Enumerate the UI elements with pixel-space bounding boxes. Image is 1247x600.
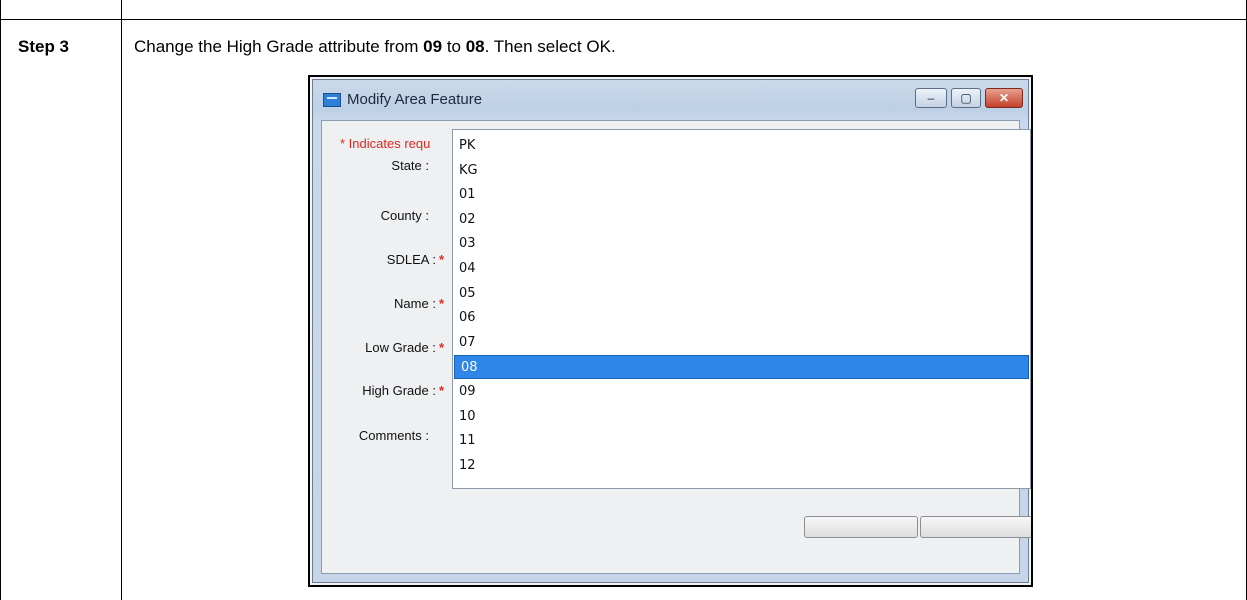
- dropdown-option-kg[interactable]: KG: [453, 159, 1030, 183]
- minimize-icon: –: [927, 91, 935, 105]
- step-instruction: Change the High Grade attribute from 09 …: [134, 37, 616, 56]
- high-grade-dropdown-list[interactable]: PK KG 01 02 03 04 05 06 07 08 09 10 11 12: [452, 129, 1031, 489]
- window-title: Modify Area Feature: [347, 91, 483, 108]
- close-icon: ✕: [998, 91, 1010, 105]
- dropdown-option-05[interactable]: 05: [453, 282, 1030, 306]
- table-divider: [121, 0, 122, 600]
- field-label-comments: Comments :: [358, 428, 429, 443]
- field-label-county: County :: [380, 208, 429, 223]
- to-value: 08: [465, 37, 485, 56]
- field-label-low-grade: Low Grade : *: [365, 340, 444, 355]
- table-border-top: [0, 19, 1247, 20]
- dropdown-option-01[interactable]: 01: [453, 183, 1030, 207]
- close-button[interactable]: ✕: [985, 88, 1023, 108]
- step-label: Step 3: [18, 37, 70, 56]
- title-bar: Modify Area Feature – ▢ ✕: [313, 80, 1028, 120]
- dropdown-option-12[interactable]: 12: [453, 454, 1030, 478]
- required-note: * Indicates requ: [340, 136, 431, 151]
- field-label-sdlea: SDLEA : *: [386, 252, 444, 267]
- dropdown-option-02[interactable]: 02: [453, 208, 1030, 232]
- cancel-button[interactable]: [920, 516, 1031, 538]
- dropdown-option-08[interactable]: 08: [454, 355, 1029, 380]
- instruction-table: Step 3 Change the High Grade attribute f…: [0, 0, 1247, 600]
- maximize-icon: ▢: [960, 91, 972, 105]
- dropdown-option-06[interactable]: 06: [453, 306, 1030, 330]
- dropdown-option-04[interactable]: 04: [453, 257, 1030, 281]
- app-icon: [323, 93, 341, 107]
- dropdown-option-pk[interactable]: PK: [453, 134, 1030, 158]
- field-label-state: State :: [391, 158, 429, 173]
- ok-button[interactable]: [804, 516, 918, 538]
- maximize-button[interactable]: ▢: [951, 88, 981, 108]
- field-label-name: Name : *: [394, 296, 444, 311]
- dropdown-option-03[interactable]: 03: [453, 232, 1030, 256]
- table-border-left: [0, 0, 1, 600]
- dropdown-option-09[interactable]: 09: [453, 380, 1030, 404]
- minimize-button[interactable]: –: [915, 88, 947, 108]
- from-value: 09: [423, 37, 443, 56]
- dropdown-option-10[interactable]: 10: [453, 405, 1030, 429]
- field-label-high-grade: High Grade : *: [362, 383, 444, 398]
- dropdown-option-11[interactable]: 11: [453, 429, 1030, 453]
- dropdown-option-07[interactable]: 07: [453, 331, 1030, 355]
